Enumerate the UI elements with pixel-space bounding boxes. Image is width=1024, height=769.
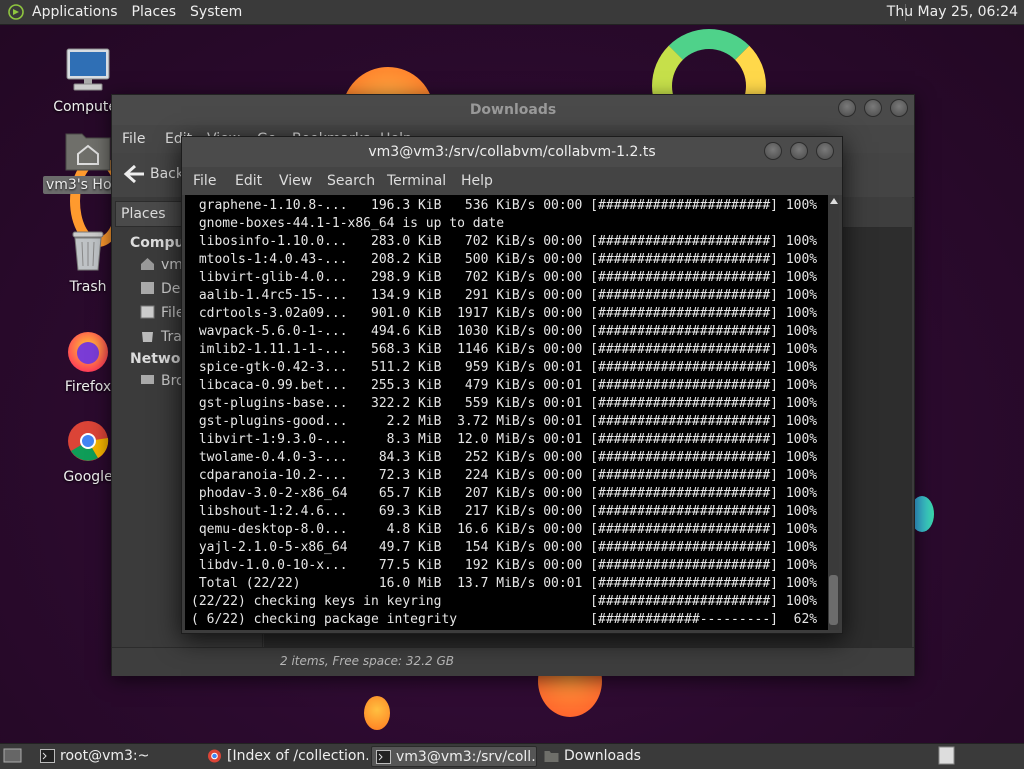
minimize-button[interactable]	[838, 99, 856, 117]
maximize-button[interactable]	[864, 99, 882, 117]
trash-icon	[72, 231, 104, 271]
terminal-line: libvirt-glib-4.0... 298.9 KiB 702 KiB/s …	[191, 270, 818, 285]
desktop-icon-label: Firefox	[64, 379, 112, 395]
terminal-line: libdv-1.0.0-10-x... 77.5 KiB 192 KiB/s 0…	[191, 558, 818, 573]
terminal-screen[interactable]: graphene-1.10.8-... 196.3 KiB 536 KiB/s …	[185, 195, 828, 630]
terminal-window[interactable]: vm3@vm3:/srv/collabvm/collabvm-1.2.ts Fi…	[181, 136, 843, 634]
file-manager-titlebar[interactable]: Downloads	[112, 95, 914, 125]
menu-terminal[interactable]: Terminal	[387, 173, 446, 189]
terminal-line: imlib2-1.11.1-1-... 568.3 KiB 1146 KiB/s…	[191, 342, 818, 357]
home-folder-icon	[65, 133, 111, 171]
menu-places[interactable]: Places	[132, 4, 177, 20]
back-label: Back	[150, 166, 184, 182]
terminal-menubar: File Edit View Search Terminal Help	[182, 167, 842, 195]
status-bar: 2 items, Free space: 32.2 GB	[112, 647, 914, 676]
terminal-line: wavpack-5.6.0-1-... 494.6 KiB 1030 KiB/s…	[191, 324, 818, 339]
taskbar-item-label: [Index of /collection...	[227, 748, 368, 764]
window-title: vm3@vm3:/srv/collabvm/collabvm-1.2.ts	[368, 144, 656, 160]
clock[interactable]: Thu May 25, 06:24	[887, 4, 1018, 20]
folder-icon	[544, 751, 559, 762]
terminal-line: aalib-1.4rc5-15-... 134.9 KiB 291 KiB/s …	[191, 288, 818, 303]
taskbar-item-label: root@vm3:~	[60, 748, 150, 764]
menu-view[interactable]: View	[279, 173, 312, 189]
minimize-button[interactable]	[764, 142, 782, 160]
menu-applications[interactable]: Applications	[32, 4, 118, 20]
scroll-up-arrow-icon[interactable]	[830, 198, 838, 204]
back-arrow-icon	[123, 164, 144, 184]
menu-file[interactable]: File	[122, 131, 145, 147]
close-button[interactable]	[816, 142, 834, 160]
chrome-icon	[68, 421, 109, 461]
firefox-icon	[68, 332, 108, 372]
terminal-line: Total (22/22) 16.0 MiB 13.7 MiB/s 00:01 …	[191, 576, 818, 591]
terminal-line: yajl-2.1.0-5-x86_64 49.7 KiB 154 KiB/s 0…	[191, 540, 818, 555]
window-title: Downloads	[469, 102, 557, 118]
terminal-line: cdrtools-3.02a09... 901.0 KiB 1917 KiB/s…	[191, 306, 818, 321]
drive-icon	[140, 305, 155, 319]
trash-icon	[142, 332, 153, 342]
terminal-line: gst-plugins-base... 322.2 KiB 559 KiB/s …	[191, 396, 818, 411]
distro-logo-icon[interactable]	[8, 4, 24, 20]
sidebar-header: Places	[121, 206, 166, 222]
workspace-switcher-icon[interactable]	[937, 746, 957, 766]
terminal-line: libosinfo-1.10.0... 283.0 KiB 702 KiB/s …	[191, 234, 818, 249]
wallpaper-small-orange	[364, 696, 390, 730]
terminal-line: libshout-1:2.4.6... 69.3 KiB 217 KiB/s 0…	[191, 504, 818, 519]
menu-help[interactable]: Help	[461, 173, 493, 189]
top-panel: Applications Places System Thu May 25, 0…	[0, 0, 1024, 25]
terminal-titlebar[interactable]: vm3@vm3:/srv/collabvm/collabvm-1.2.ts	[182, 137, 842, 167]
maximize-button[interactable]	[790, 142, 808, 160]
taskbar-item-label: vm3@vm3:/srv/coll...	[396, 749, 537, 765]
bottom-taskbar: root@vm3:~ [Index of /collection... vm3@…	[0, 743, 1024, 769]
taskbar-item-root-terminal[interactable]: root@vm3:~	[36, 746, 196, 767]
menu-edit[interactable]: Edit	[235, 173, 262, 189]
desktop-icon-label: Trash	[69, 279, 107, 295]
terminal-scrollbar[interactable]	[828, 195, 839, 630]
terminal-line: libcaca-0.99.bet... 255.3 KiB 479 KiB/s …	[191, 378, 818, 393]
terminal-line: qemu-desktop-8.0... 4.8 KiB 16.6 KiB/s 0…	[191, 522, 818, 537]
taskbar-item-browser[interactable]: [Index of /collection...	[203, 746, 368, 767]
scrollbar-thumb[interactable]	[829, 575, 838, 625]
terminal-icon	[40, 749, 55, 763]
taskbar-item-collabvm-terminal[interactable]: vm3@vm3:/srv/coll...	[371, 746, 537, 767]
terminal-output: graphene-1.10.8-... 196.3 KiB 536 KiB/s …	[191, 197, 817, 629]
computer-icon	[66, 48, 110, 91]
taskbar-item-label: Downloads	[564, 748, 641, 764]
menu-file[interactable]: File	[193, 173, 216, 189]
taskbar-item-downloads[interactable]: Downloads	[540, 746, 690, 767]
terminal-line: spice-gtk-0.42-3... 511.2 KiB 959 KiB/s …	[191, 360, 818, 375]
terminal-line: gnome-boxes-44.1-1-x86_64 is up to date	[191, 216, 505, 231]
terminal-line: mtools-1:4.0.43-... 208.2 KiB 500 KiB/s …	[191, 252, 818, 267]
terminal-line: cdparanoia-10.2-... 72.3 KiB 224 KiB/s 0…	[191, 468, 818, 483]
terminal-line: gst-plugins-good... 2.2 MiB 3.72 MiB/s 0…	[191, 414, 818, 429]
home-icon	[141, 258, 154, 270]
desktop-icon	[141, 282, 154, 294]
close-button[interactable]	[890, 99, 908, 117]
terminal-line: (22/22) checking keys in keyring [######…	[191, 594, 818, 609]
terminal-line: twolame-0.4.0-3-... 84.3 KiB 252 KiB/s 0…	[191, 450, 818, 465]
chrome-icon	[208, 749, 221, 763]
desktop-icon-label: Google	[63, 469, 113, 485]
terminal-line: phodav-3.0-2-x86_64 65.7 KiB 207 KiB/s 0…	[191, 486, 818, 501]
terminal-line: graphene-1.10.8-... 196.3 KiB 536 KiB/s …	[191, 198, 818, 213]
status-text: 2 items, Free space: 32.2 GB	[280, 654, 454, 668]
terminal-icon	[376, 750, 391, 764]
show-desktop-icon[interactable]	[3, 747, 23, 765]
network-icon	[141, 375, 154, 384]
terminal-line: ( 6/22) checking package integrity [####…	[191, 612, 818, 627]
menu-system[interactable]: System	[190, 4, 242, 20]
menu-search[interactable]: Search	[327, 173, 375, 189]
terminal-line: libvirt-1:9.3.0-... 8.3 MiB 12.0 MiB/s 0…	[191, 432, 818, 447]
